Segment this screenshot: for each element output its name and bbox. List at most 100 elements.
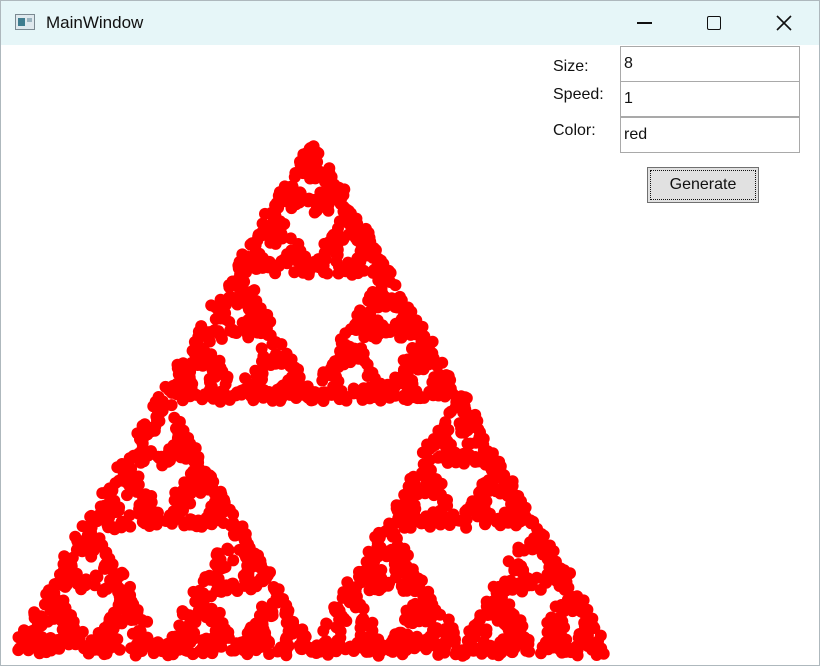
fractal-dot xyxy=(56,605,69,618)
fractal-dot xyxy=(303,641,316,654)
fractal-dot xyxy=(344,640,357,653)
fractal-dot xyxy=(477,635,490,648)
fractal-dot xyxy=(110,504,123,517)
fractal-dot xyxy=(513,635,526,648)
fractal-dot xyxy=(379,545,392,558)
fractal-dot xyxy=(230,276,243,289)
fractal-dot xyxy=(534,583,547,596)
fractal-dot xyxy=(276,232,289,245)
fractal-dot xyxy=(87,640,100,653)
fractal-dot xyxy=(317,259,330,272)
close-icon xyxy=(776,15,792,31)
fractal-dot xyxy=(583,624,596,637)
fractal-dot xyxy=(411,638,424,651)
fractal-dot xyxy=(397,584,410,597)
fractal-dot xyxy=(351,234,364,247)
fractal-dot xyxy=(246,256,259,269)
fractal-dot xyxy=(363,631,376,644)
fractal-dot xyxy=(550,630,563,643)
fractal-dot xyxy=(352,352,365,365)
main-window: MainWindow Size: Speed: Color: Generate xyxy=(0,0,820,666)
fractal-dot xyxy=(476,483,489,496)
fractal-dot xyxy=(254,641,266,654)
fractal-dot xyxy=(597,647,610,660)
fractal-dot xyxy=(406,374,419,387)
fractal-dot xyxy=(292,375,305,388)
fractal-dot xyxy=(187,465,200,478)
fractal-dot xyxy=(205,500,218,513)
fractal-dot xyxy=(418,513,431,526)
fractal-dot xyxy=(211,557,224,570)
fractal-dot xyxy=(362,294,375,307)
fractal-dot xyxy=(486,647,499,660)
size-input[interactable] xyxy=(620,46,800,82)
fractal-dot xyxy=(273,259,285,272)
fractal-dot xyxy=(46,595,59,607)
fractal-dot xyxy=(296,166,309,179)
speed-input[interactable] xyxy=(620,81,800,117)
fractal-dot xyxy=(357,386,370,399)
fractal-dot xyxy=(515,560,528,573)
minimize-button[interactable] xyxy=(609,1,679,45)
fractal-dot xyxy=(432,515,445,528)
fractal-dot xyxy=(556,615,569,628)
fractal-dot xyxy=(381,641,394,654)
fractal-dot xyxy=(439,416,452,429)
fractal-dot xyxy=(256,600,268,613)
generate-button[interactable]: Generate xyxy=(647,167,759,203)
fractal-dot xyxy=(275,218,288,231)
fractal-dot xyxy=(103,613,116,626)
fractal-dot xyxy=(479,517,491,530)
fractal-dot xyxy=(496,596,509,609)
fractal-dot xyxy=(351,600,364,613)
fractal-dot xyxy=(210,608,223,621)
fractal-dot xyxy=(136,443,149,456)
close-button[interactable] xyxy=(749,1,819,45)
fractal-dot xyxy=(62,572,75,585)
fractal-dot xyxy=(204,473,217,485)
fractal-dot xyxy=(382,271,395,283)
fractal-dot xyxy=(435,477,448,490)
fractal-dot xyxy=(261,316,274,329)
fractal-dot xyxy=(279,604,292,617)
fractal-dot xyxy=(398,488,411,501)
fractal-dot xyxy=(512,545,525,558)
title-bar[interactable]: MainWindow xyxy=(1,1,819,45)
fractal-dot xyxy=(291,255,304,268)
fractal-dot xyxy=(333,215,346,228)
fractal-dot xyxy=(565,646,577,659)
fractal-dot xyxy=(102,521,115,534)
fractal-dot xyxy=(334,230,347,243)
fractal-dot xyxy=(401,394,414,406)
fractal-dot xyxy=(361,329,374,341)
fractal-dot xyxy=(562,581,575,594)
fractal-dot xyxy=(363,620,376,633)
maximize-button[interactable] xyxy=(679,1,749,45)
fractal-dot xyxy=(191,476,204,489)
fractal-dot xyxy=(123,467,136,480)
color-input[interactable] xyxy=(620,117,800,153)
fractal-dot xyxy=(197,643,210,656)
fractal-dot xyxy=(425,349,438,362)
fractal-dot xyxy=(424,615,437,627)
fractal-dot xyxy=(441,494,453,506)
fractal-dot xyxy=(357,264,370,277)
fractal-dot xyxy=(474,455,487,468)
fractal-dot xyxy=(458,449,471,462)
fractal-dot xyxy=(63,637,76,650)
fractal-dot xyxy=(404,327,417,340)
fractal-dot xyxy=(243,385,256,398)
speed-label: Speed: xyxy=(553,86,604,103)
fractal-dot xyxy=(414,392,427,405)
fractal-dot xyxy=(322,648,334,661)
fractal-dot xyxy=(456,649,469,662)
fractal-dot xyxy=(419,586,431,599)
fractal-dot xyxy=(417,363,430,376)
fractal-dot xyxy=(361,370,374,382)
fractal-dot xyxy=(135,645,148,657)
fractal-dot xyxy=(99,499,112,512)
fractal-dot xyxy=(464,437,477,450)
fractal-dot xyxy=(405,473,418,486)
fractal-dot xyxy=(93,532,106,545)
fractal-dot xyxy=(106,558,119,571)
